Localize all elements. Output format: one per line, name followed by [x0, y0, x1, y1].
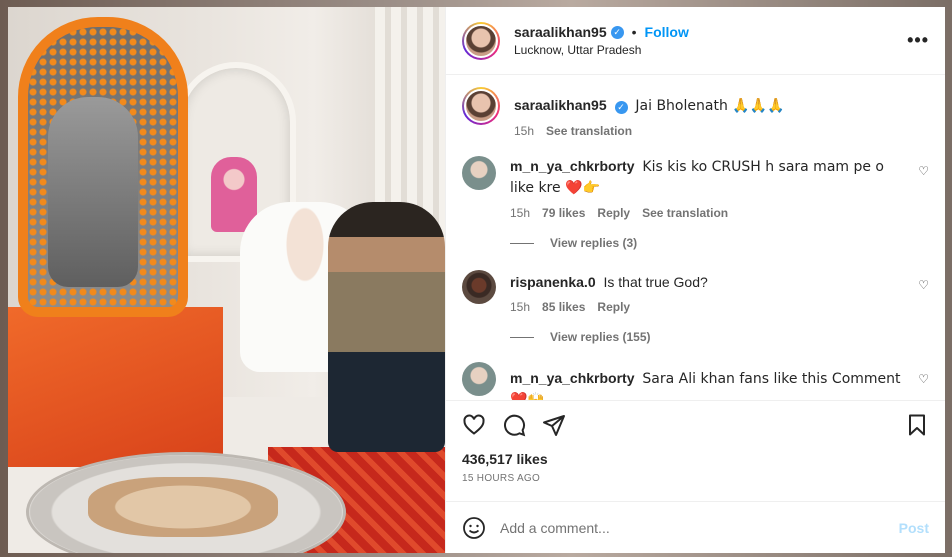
- caption-text: Jai Bholenath 🙏🙏🙏: [635, 98, 785, 114]
- view-replies-label: View replies (3): [550, 236, 638, 250]
- comment-likes[interactable]: 79 likes: [542, 206, 585, 220]
- comment-age: 15h: [510, 206, 531, 220]
- post-header: saraalikhan95 ✓ • Follow Lucknow, Uttar …: [446, 7, 945, 75]
- comment-item: rispanenka.0 Is that true God? 15h 85 li…: [462, 270, 929, 314]
- comment-input[interactable]: [500, 519, 899, 536]
- view-replies-button[interactable]: View replies (3): [510, 236, 929, 250]
- reply-button[interactable]: Reply: [597, 206, 630, 220]
- comment-composer: Post: [446, 501, 945, 553]
- post-comment-button[interactable]: Post: [899, 520, 929, 536]
- post-modal: saraalikhan95 ✓ • Follow Lucknow, Uttar …: [8, 7, 945, 553]
- comment-username[interactable]: rispanenka.0: [510, 274, 596, 290]
- like-count[interactable]: 436,517 likes: [446, 451, 945, 467]
- like-comment-heart-icon[interactable]: ♡: [918, 278, 929, 292]
- share-paper-plane-icon[interactable]: [542, 413, 566, 437]
- commenter-avatar[interactable]: [462, 362, 496, 396]
- header-separator: •: [631, 24, 637, 40]
- post-timestamp: 15 HOURS AGO: [462, 473, 541, 484]
- comment-text: Is that true God?: [603, 274, 708, 290]
- replies-divider: [510, 242, 534, 244]
- like-comment-heart-icon[interactable]: ♡: [918, 164, 929, 178]
- see-translation-button[interactable]: See translation: [546, 124, 632, 138]
- see-translation-button[interactable]: See translation: [642, 206, 728, 220]
- commenter-avatar[interactable]: [462, 156, 496, 190]
- comment-likes[interactable]: 85 likes: [542, 300, 585, 314]
- replies-divider: [510, 336, 534, 338]
- caption-username[interactable]: saraalikhan95: [514, 97, 607, 113]
- like-comment-heart-icon[interactable]: ♡: [918, 372, 929, 386]
- author-username[interactable]: saraalikhan95: [514, 24, 607, 40]
- more-options-icon[interactable]: •••: [907, 30, 929, 51]
- author-avatar[interactable]: [462, 21, 500, 60]
- caption-age: 15h: [514, 124, 535, 138]
- caption: saraalikhan95 ✓ Jai Bholenath 🙏🙏🙏 15h Se…: [462, 87, 929, 138]
- like-heart-icon[interactable]: [462, 413, 486, 437]
- commenter-avatar[interactable]: [462, 270, 496, 304]
- post-actions: [446, 405, 945, 445]
- follow-button[interactable]: Follow: [645, 24, 689, 40]
- verified-badge-icon: ✓: [610, 25, 624, 39]
- save-bookmark-icon[interactable]: [905, 413, 929, 437]
- comment-username[interactable]: m_n_ya_chkrborty: [510, 158, 635, 174]
- reply-button[interactable]: Reply: [597, 300, 630, 314]
- comment-item: m_n_ya_chkrborty Sara Ali khan fans like…: [462, 362, 929, 400]
- comment-bubble-icon[interactable]: [502, 413, 526, 437]
- verified-badge-icon: ✓: [614, 100, 628, 114]
- post-side-panel: saraalikhan95 ✓ • Follow Lucknow, Uttar …: [445, 7, 945, 553]
- emoji-picker-icon[interactable]: [462, 516, 486, 540]
- comments-list[interactable]: saraalikhan95 ✓ Jai Bholenath 🙏🙏🙏 15h Se…: [446, 75, 945, 401]
- view-replies-button[interactable]: View replies (155): [510, 330, 929, 344]
- view-replies-label: View replies (155): [550, 330, 651, 344]
- comment-username[interactable]: m_n_ya_chkrborty: [510, 370, 635, 386]
- post-location[interactable]: Lucknow, Uttar Pradesh: [514, 43, 907, 57]
- post-image[interactable]: [8, 7, 445, 553]
- caption-avatar[interactable]: [462, 87, 500, 125]
- comment-item: m_n_ya_chkrborty Kis kis ko CRUSH h sara…: [462, 156, 929, 220]
- comment-age: 15h: [510, 300, 531, 314]
